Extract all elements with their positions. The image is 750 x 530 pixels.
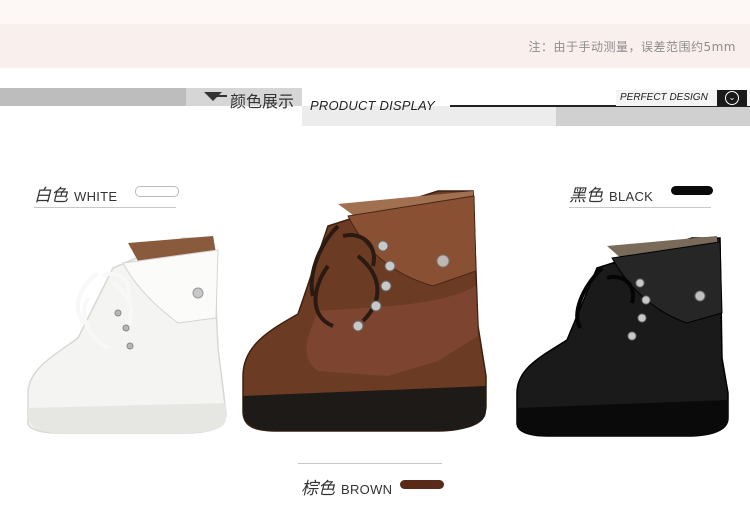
header-bar-left <box>0 88 186 106</box>
brown-swatch <box>400 480 444 489</box>
label-underline <box>34 207 176 208</box>
section-title-en: PRODUCT DISPLAY <box>310 98 435 113</box>
scroll-down-button[interactable]: ⌄ <box>717 90 747 106</box>
label-underline <box>298 463 442 464</box>
color-label-white: 白色 WHITE <box>34 181 117 206</box>
top-banner-strip <box>0 0 750 24</box>
color-name-cn: 白色 <box>34 186 68 206</box>
color-name-cn: 棕色 <box>301 479 335 499</box>
header-dash <box>213 95 227 97</box>
color-name-cn: 黑色 <box>569 186 603 206</box>
top-banner: 注：由于手动测量，误差范围约5mm <box>0 0 750 68</box>
color-name-en: BROWN <box>341 482 393 497</box>
black-boot-image <box>516 236 729 437</box>
section-tag: PERFECT DESIGN <box>620 92 708 103</box>
white-swatch <box>135 186 179 197</box>
black-swatch <box>671 186 713 195</box>
header-bar-right <box>556 106 750 126</box>
label-underline <box>569 207 711 208</box>
measurement-note: 注：由于手动测量，误差范围约5mm <box>528 40 736 54</box>
color-label-brown: 棕色 BROWN <box>301 474 392 499</box>
color-name-en: WHITE <box>74 189 118 204</box>
section-title-cn: 颜色展示 <box>230 92 295 111</box>
white-boot-image <box>27 236 227 434</box>
section-header: 颜色展示 PRODUCT DISPLAY PERFECT DESIGN ⌄ <box>0 88 750 126</box>
color-name-en: BLACK <box>609 189 654 204</box>
brown-boot-image <box>242 190 487 432</box>
chevron-down-icon: ⌄ <box>725 91 739 105</box>
color-label-black: 黑色 BLACK <box>569 181 653 206</box>
